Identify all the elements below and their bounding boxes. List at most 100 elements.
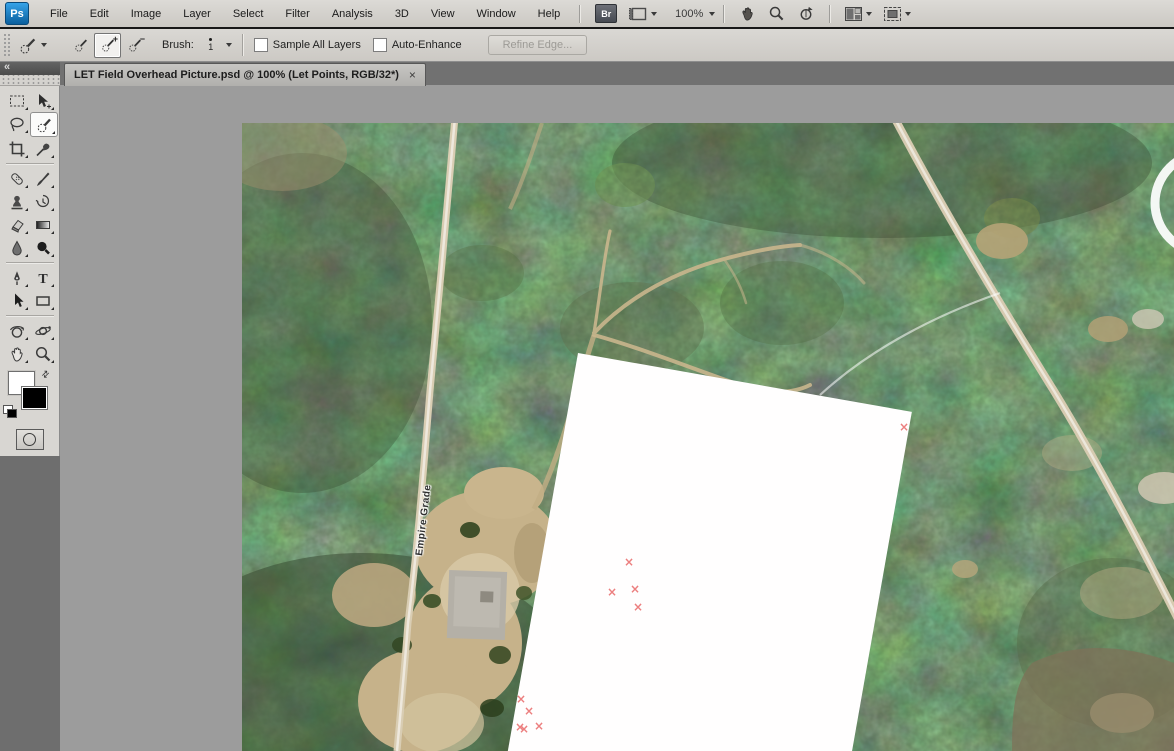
rectangle-shape-tool-icon[interactable]: [30, 289, 56, 312]
chevron-down-icon[interactable]: [709, 12, 715, 16]
tools-dock: « T ⇄: [0, 62, 60, 751]
chevron-down-icon: [905, 12, 911, 16]
eraser-tool-icon[interactable]: [4, 213, 30, 236]
3d-rotate-tool-icon[interactable]: [4, 319, 30, 342]
bridge-icon[interactable]: Br: [595, 4, 617, 23]
rectangular-marquee-tool-icon[interactable]: [4, 89, 30, 112]
canvas-document[interactable]: ×××××××××× Empire Grade: [242, 123, 1174, 751]
color-swatches: ⇄: [0, 369, 59, 421]
checkbox-box[interactable]: [373, 38, 387, 52]
lasso-tool-icon[interactable]: [4, 112, 30, 135]
subtract-from-selection-button[interactable]: −: [121, 33, 148, 58]
separator: [579, 5, 581, 23]
gradient-tool-icon[interactable]: [30, 213, 56, 236]
document-tab[interactable]: LET Field Overhead Picture.psd @ 100% (L…: [64, 63, 426, 86]
tools-separator: [4, 312, 56, 319]
menu-item-layer[interactable]: Layer: [172, 4, 222, 24]
menu-item-image[interactable]: Image: [120, 4, 173, 24]
new-selection-button[interactable]: [67, 33, 94, 58]
rotate-view-icon[interactable]: [797, 5, 815, 22]
tools-panel: T ⇄: [0, 86, 60, 456]
3d-orbit-tool-icon[interactable]: [30, 319, 56, 342]
screen-mode-icon[interactable]: [884, 7, 911, 21]
point-x-mark: ×: [534, 720, 544, 732]
eyedropper-tool-icon[interactable]: [30, 137, 56, 160]
checkbox-sample-all-layers[interactable]: Sample All Layers: [254, 38, 361, 52]
option-checkboxes: Sample All Layers Auto-Enhance: [254, 38, 474, 52]
chevron-down-icon: [651, 12, 657, 16]
point-x-mark: ×: [624, 556, 634, 568]
type-tool-icon[interactable]: T: [30, 266, 56, 289]
menu-item-analysis[interactable]: Analysis: [321, 4, 384, 24]
point-x-mark: ×: [633, 601, 643, 613]
brush-tool-icon[interactable]: [30, 167, 56, 190]
checkbox-box[interactable]: [254, 38, 268, 52]
collapse-panel-button[interactable]: «: [0, 62, 60, 75]
checkbox-auto-enhance[interactable]: Auto-Enhance: [373, 38, 462, 52]
quick-mask-icon: [23, 433, 36, 446]
dodge-tool-icon[interactable]: [30, 236, 56, 259]
zoom-icon[interactable]: [768, 5, 785, 22]
drag-grip[interactable]: [3, 33, 10, 57]
path-selection-tool-icon[interactable]: [4, 289, 30, 312]
pen-tool-icon[interactable]: [4, 266, 30, 289]
default-colors-icon[interactable]: [3, 405, 17, 418]
brush-tip-icon: [209, 38, 212, 41]
close-tab-button[interactable]: ×: [409, 68, 416, 82]
tool-options-bar: +− Brush: 1 Sample All Layers Auto-Enhanc…: [0, 29, 1174, 62]
point-x-mark: ×: [607, 586, 617, 598]
chevron-down-icon: [866, 12, 872, 16]
menu-bar: Ps FileEditImageLayerSelectFilterAnalysi…: [0, 0, 1174, 29]
selection-mode-buttons: +−: [67, 33, 148, 58]
photoshop-logo: Ps: [5, 2, 29, 25]
menu-item-file[interactable]: File: [39, 4, 79, 24]
history-brush-tool-icon[interactable]: [30, 190, 56, 213]
point-x-mark: ×: [630, 583, 640, 595]
brush-preview[interactable]: 1: [200, 33, 222, 57]
document-tab-strip: LET Field Overhead Picture.psd @ 100% (L…: [60, 62, 1174, 85]
blur-tool-icon[interactable]: [4, 236, 30, 259]
spot-healing-brush-tool-icon[interactable]: [4, 167, 30, 190]
svg-text:T: T: [38, 272, 48, 287]
point-x-mark: ×: [899, 421, 909, 433]
arrange-documents-icon[interactable]: [845, 7, 872, 21]
view-extras-icon[interactable]: [629, 7, 657, 21]
checkbox-label: Sample All Layers: [273, 39, 361, 51]
zoom-level-field[interactable]: 100%: [671, 8, 703, 20]
menu-item-edit[interactable]: Edit: [79, 4, 120, 24]
move-tool-icon[interactable]: [30, 89, 56, 112]
separator: [829, 5, 831, 23]
separator: [723, 5, 725, 23]
panel-drag-grip[interactable]: [0, 75, 60, 86]
pasteboard: ×××××××××× Empire Grade: [60, 85, 1174, 751]
background-color-swatch[interactable]: [21, 386, 48, 410]
hand-icon[interactable]: [739, 5, 756, 22]
point-x-mark: ×: [519, 723, 529, 735]
quick-selection-tool-icon[interactable]: [30, 112, 58, 137]
refine-edge-button[interactable]: Refine Edge...: [488, 35, 588, 55]
menu-item-window[interactable]: Window: [466, 4, 527, 24]
crop-tool-icon[interactable]: [4, 137, 30, 160]
clone-stamp-tool-icon[interactable]: [4, 190, 30, 213]
menu-item-help[interactable]: Help: [527, 4, 572, 24]
tools-separator: [4, 259, 56, 266]
menu-item-select[interactable]: Select: [222, 4, 275, 24]
menu-item-3d[interactable]: 3D: [384, 4, 420, 24]
document-title: LET Field Overhead Picture.psd @ 100% (L…: [74, 69, 399, 81]
checkbox-label: Auto-Enhance: [392, 39, 462, 51]
hand-tool-icon[interactable]: [4, 342, 30, 365]
menu-item-view[interactable]: View: [420, 4, 466, 24]
add-to-selection-button[interactable]: +: [94, 33, 121, 58]
chevron-down-icon[interactable]: [226, 43, 232, 47]
tools-separator: [4, 160, 56, 167]
zoom-tool-icon[interactable]: [30, 342, 56, 365]
tool-preset-picker[interactable]: [16, 34, 53, 57]
brush-size-value: 1: [208, 43, 213, 52]
chevron-down-icon: [41, 43, 47, 47]
point-x-mark: ×: [524, 705, 534, 717]
brush-label: Brush:: [162, 39, 194, 51]
quick-mask-button[interactable]: [16, 429, 44, 450]
menu-items: FileEditImageLayerSelectFilterAnalysis3D…: [39, 4, 571, 24]
menu-item-filter[interactable]: Filter: [274, 4, 320, 24]
swap-colors-icon[interactable]: ⇄: [39, 368, 52, 381]
